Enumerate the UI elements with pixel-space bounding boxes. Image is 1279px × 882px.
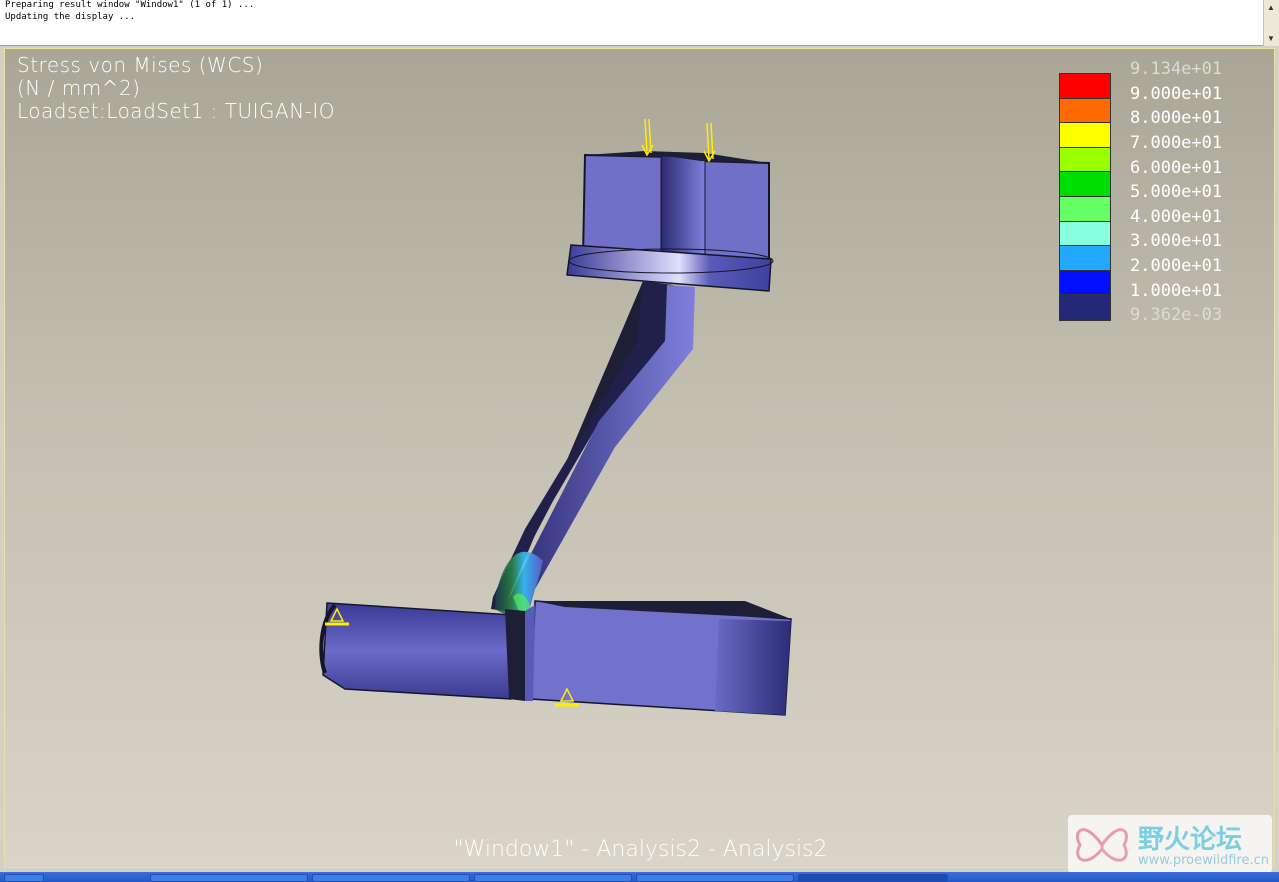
legend-swatch	[1060, 74, 1110, 99]
taskbar-button[interactable]	[474, 874, 632, 882]
legend-swatch	[1060, 295, 1110, 320]
message-line: Preparing result window "Window1" (1 of …	[5, 0, 255, 10]
butterfly-logo-icon	[1075, 828, 1129, 862]
graphics-viewport[interactable]: Stress von Mises (WCS) (N / mm^2) Loadse…	[4, 48, 1275, 868]
taskbar-button[interactable]	[636, 874, 794, 882]
legend-swatch	[1060, 123, 1110, 148]
legend-label: 8.000e+01	[1130, 108, 1223, 128]
legend-swatch	[1060, 270, 1110, 296]
legend-label: 9.362e-03	[1130, 305, 1223, 325]
legend-swatch	[1060, 98, 1110, 124]
taskbar-button[interactable]	[150, 874, 308, 882]
legend-label: 7.000e+01	[1130, 133, 1223, 153]
legend-swatch	[1060, 197, 1110, 222]
watermark-brand: 野火论坛	[1138, 825, 1243, 855]
message-line: Updating the display ...	[5, 12, 136, 22]
legend-label: 6.000e+01	[1130, 158, 1223, 178]
legend-label: 1.000e+01	[1130, 281, 1223, 301]
scroll-down-icon[interactable]: ▼	[1267, 34, 1275, 43]
watermark-url: www.proewildfire.cn	[1138, 853, 1269, 868]
legend-label: 2.000e+01	[1130, 256, 1223, 276]
taskbar	[0, 872, 1279, 882]
taskbar-button[interactable]	[312, 874, 470, 882]
legend-label: 9.134e+01	[1130, 59, 1223, 79]
legend-swatch	[1060, 147, 1110, 173]
legend-label: 9.000e+01	[1130, 84, 1223, 104]
legend-swatch	[1060, 221, 1110, 247]
legend-label: 4.000e+01	[1130, 207, 1223, 227]
legend-label: 3.000e+01	[1130, 231, 1223, 251]
message-scrollbar[interactable]: ▲ ▼	[1263, 0, 1279, 46]
watermark: 野火论坛 www.proewildfire.cn	[1068, 815, 1272, 873]
message-area: Preparing result window "Window1" (1 of …	[0, 0, 1279, 46]
taskbar-button-active[interactable]	[798, 874, 948, 882]
legend-swatch	[1060, 172, 1110, 197]
start-button[interactable]	[4, 874, 44, 882]
scroll-up-icon[interactable]: ▲	[1267, 3, 1275, 12]
legend-swatch	[1060, 246, 1110, 271]
legend-label: 5.000e+01	[1130, 182, 1223, 202]
color-legend	[1059, 73, 1111, 321]
